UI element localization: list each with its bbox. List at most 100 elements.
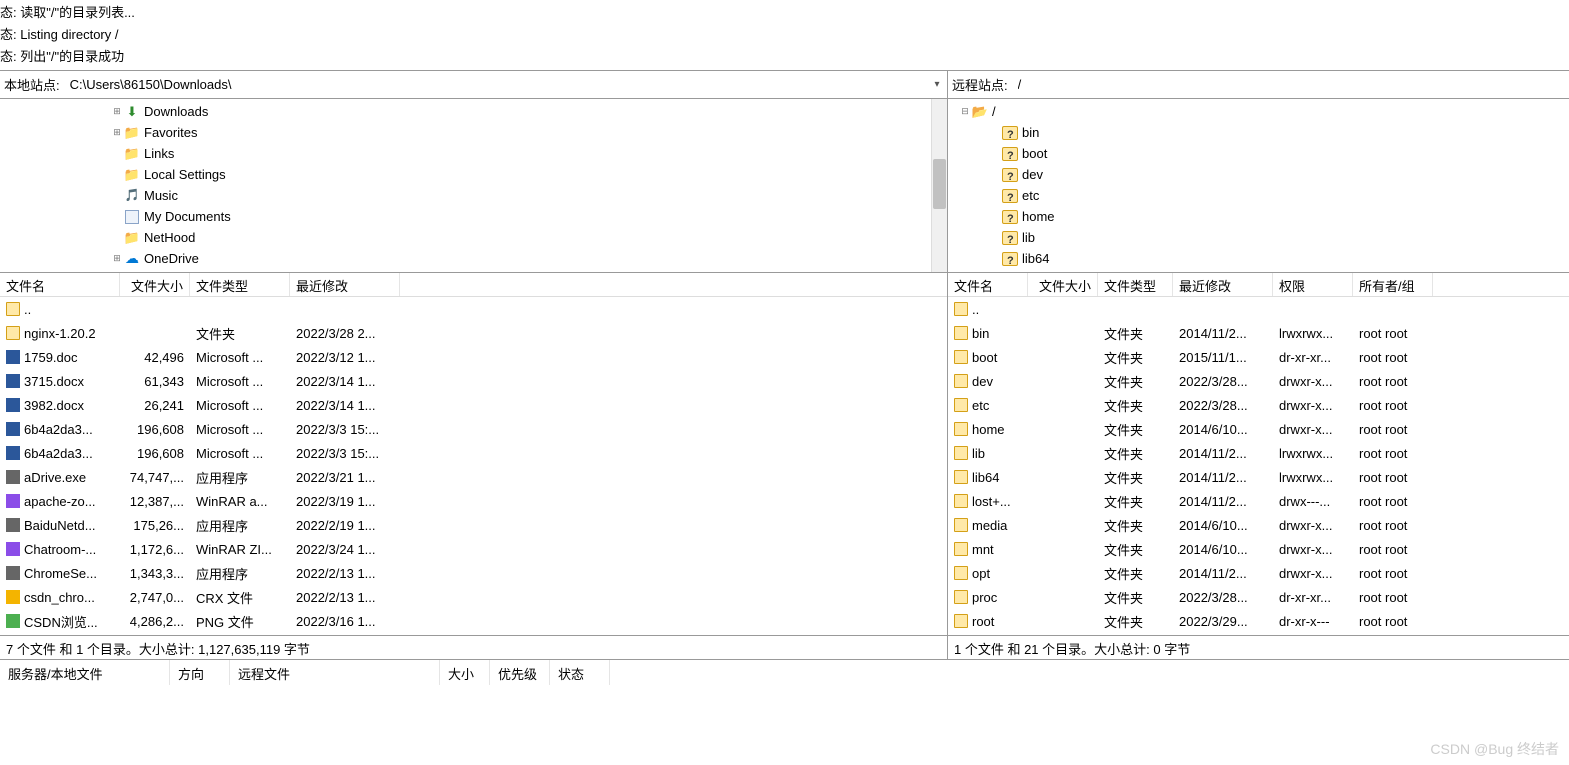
- queue-col-status[interactable]: 状态: [550, 660, 610, 685]
- file-modified: 2022/3/12 1...: [290, 350, 400, 365]
- tree-item[interactable]: lib64: [948, 248, 1569, 269]
- tree-item[interactable]: ⊞OneDrive: [0, 248, 947, 269]
- col-type[interactable]: 文件类型: [190, 273, 290, 296]
- tree-item[interactable]: bin: [948, 122, 1569, 143]
- tree-item[interactable]: Links: [0, 143, 947, 164]
- col-owner[interactable]: 所有者/组: [1353, 273, 1433, 296]
- queue-col-remote[interactable]: 远程文件: [230, 660, 440, 685]
- col-modified[interactable]: 最近修改: [1173, 273, 1273, 296]
- file-modified: 2022/3/14 1...: [290, 398, 400, 413]
- tree-item[interactable]: dev: [948, 164, 1569, 185]
- file-perm: lrwxrwx...: [1273, 326, 1353, 341]
- file-type: 文件夹: [1098, 324, 1173, 343]
- file-modified: 2022/3/19 1...: [290, 494, 400, 509]
- remote-tree[interactable]: ⊟/binbootdevetchomeliblib64: [948, 99, 1569, 273]
- file-owner: root root: [1353, 566, 1433, 581]
- file-row[interactable]: BaiduNetd...175,26...应用程序2022/2/19 1...: [0, 513, 947, 537]
- col-size[interactable]: 文件大小: [1028, 273, 1098, 296]
- tree-label: lib64: [1022, 248, 1049, 269]
- file-name: 3982.docx: [24, 398, 84, 413]
- file-perm: drwxr-x...: [1273, 518, 1353, 533]
- tree-item[interactable]: ⊟/: [948, 101, 1569, 122]
- file-row[interactable]: csdn_chro...2,747,0...CRX 文件2022/2/13 1.…: [0, 585, 947, 609]
- queue-col-pri[interactable]: 优先级: [490, 660, 550, 685]
- file-modified: 2022/3/29...: [1173, 614, 1273, 629]
- folder-icon: [124, 230, 140, 246]
- file-row[interactable]: home文件夹2014/6/10...drwxr-x...root root: [948, 417, 1569, 441]
- file-perm: drwxr-x...: [1273, 422, 1353, 437]
- local-path-input[interactable]: [64, 71, 927, 98]
- file-row[interactable]: CSDN浏览...4,286,2...PNG 文件2022/3/16 1...: [0, 609, 947, 633]
- tree-item[interactable]: NetHood: [0, 227, 947, 248]
- expand-icon[interactable]: ⊞: [110, 122, 124, 143]
- file-row[interactable]: opt文件夹2014/11/2...drwxr-x...root root: [948, 561, 1569, 585]
- tree-item[interactable]: lib: [948, 227, 1569, 248]
- file-modified: 2014/11/2...: [1173, 326, 1273, 341]
- file-row[interactable]: media文件夹2014/6/10...drwxr-x...root root: [948, 513, 1569, 537]
- remote-path-input[interactable]: [1012, 71, 1569, 98]
- folder-icon: [954, 374, 968, 388]
- status-line: 态: Listing directory /: [0, 24, 1569, 46]
- file-row[interactable]: nginx-1.20.2文件夹2022/3/28 2...: [0, 321, 947, 345]
- local-tree[interactable]: ⊞Downloads⊞FavoritesLinksLocal SettingsM…: [0, 99, 947, 273]
- file-row[interactable]: ..: [948, 297, 1569, 321]
- file-name: 3715.docx: [24, 374, 84, 389]
- file-name: BaiduNetd...: [24, 518, 96, 533]
- col-perm[interactable]: 权限: [1273, 273, 1353, 296]
- file-row[interactable]: lib文件夹2014/11/2...lrwxrwx...root root: [948, 441, 1569, 465]
- file-name: csdn_chro...: [24, 590, 95, 605]
- file-row[interactable]: ChromeSe...1,343,3...应用程序2022/2/13 1...: [0, 561, 947, 585]
- file-row[interactable]: boot文件夹2015/11/1...dr-xr-xr...root root: [948, 345, 1569, 369]
- file-row[interactable]: apache-zo...12,387,...WinRAR a...2022/3/…: [0, 489, 947, 513]
- tree-label: etc: [1022, 185, 1039, 206]
- file-row[interactable]: aDrive.exe74,747,...应用程序2022/3/21 1...: [0, 465, 947, 489]
- folder-icon: [6, 326, 20, 340]
- file-row[interactable]: lost+...文件夹2014/11/2...drwx---...root ro…: [948, 489, 1569, 513]
- tree-item[interactable]: home: [948, 206, 1569, 227]
- file-row[interactable]: bin文件夹2014/11/2...lrwxrwx...root root: [948, 321, 1569, 345]
- queue-col-dir[interactable]: 方向: [170, 660, 230, 685]
- queue-col-size[interactable]: 大小: [440, 660, 490, 685]
- expand-icon[interactable]: ⊟: [958, 101, 972, 122]
- local-path-dropdown-icon[interactable]: ▾: [927, 79, 947, 90]
- col-name[interactable]: 文件名: [0, 273, 120, 296]
- file-row[interactable]: lib64文件夹2014/11/2...lrwxrwx...root root: [948, 465, 1569, 489]
- file-modified: 2022/3/24 1...: [290, 542, 400, 557]
- tree-item[interactable]: ⊞Favorites: [0, 122, 947, 143]
- queue-col-server[interactable]: 服务器/本地文件: [0, 660, 170, 685]
- col-name[interactable]: 文件名: [948, 273, 1028, 296]
- file-row[interactable]: mnt文件夹2014/6/10...drwxr-x...root root: [948, 537, 1569, 561]
- local-file-list[interactable]: ..nginx-1.20.2文件夹2022/3/28 2...1759.doc4…: [0, 297, 947, 635]
- tree-label: Music: [144, 185, 178, 206]
- tree-label: NetHood: [144, 227, 195, 248]
- file-row[interactable]: 6b4a2da3...196,608Microsoft ...2022/3/3 …: [0, 441, 947, 465]
- file-size: 12,387,...: [120, 494, 190, 509]
- file-row[interactable]: ..: [0, 297, 947, 321]
- tree-item[interactable]: ⊞Downloads: [0, 101, 947, 122]
- tree-item[interactable]: Music: [0, 185, 947, 206]
- file-row[interactable]: proc文件夹2022/3/28...dr-xr-xr...root root: [948, 585, 1569, 609]
- file-row[interactable]: 6b4a2da3...196,608Microsoft ...2022/3/3 …: [0, 417, 947, 441]
- file-row[interactable]: 1759.doc42,496Microsoft ...2022/3/12 1..…: [0, 345, 947, 369]
- doc-icon: [6, 422, 20, 436]
- folder-icon: [124, 146, 140, 162]
- local-tree-scrollbar[interactable]: [931, 99, 947, 272]
- remote-file-list[interactable]: ..bin文件夹2014/11/2...lrwxrwx...root rootb…: [948, 297, 1569, 635]
- file-row[interactable]: root文件夹2022/3/29...dr-xr-x---root root: [948, 609, 1569, 633]
- file-row[interactable]: dev文件夹2022/3/28...drwxr-x...root root: [948, 369, 1569, 393]
- unknown-folder-icon: [1002, 251, 1018, 267]
- tree-item[interactable]: My Documents: [0, 206, 947, 227]
- col-type[interactable]: 文件类型: [1098, 273, 1173, 296]
- expand-icon[interactable]: ⊞: [110, 248, 124, 269]
- col-size[interactable]: 文件大小: [120, 273, 190, 296]
- col-modified[interactable]: 最近修改: [290, 273, 400, 296]
- tree-item[interactable]: boot: [948, 143, 1569, 164]
- tree-item[interactable]: etc: [948, 185, 1569, 206]
- file-row[interactable]: Chatroom-...1,172,6...WinRAR ZI...2022/3…: [0, 537, 947, 561]
- expand-icon[interactable]: ⊞: [110, 101, 124, 122]
- file-name: ChromeSe...: [24, 566, 97, 581]
- file-row[interactable]: 3715.docx61,343Microsoft ...2022/3/14 1.…: [0, 369, 947, 393]
- tree-item[interactable]: Local Settings: [0, 164, 947, 185]
- file-row[interactable]: 3982.docx26,241Microsoft ...2022/3/14 1.…: [0, 393, 947, 417]
- file-row[interactable]: etc文件夹2022/3/28...drwxr-x...root root: [948, 393, 1569, 417]
